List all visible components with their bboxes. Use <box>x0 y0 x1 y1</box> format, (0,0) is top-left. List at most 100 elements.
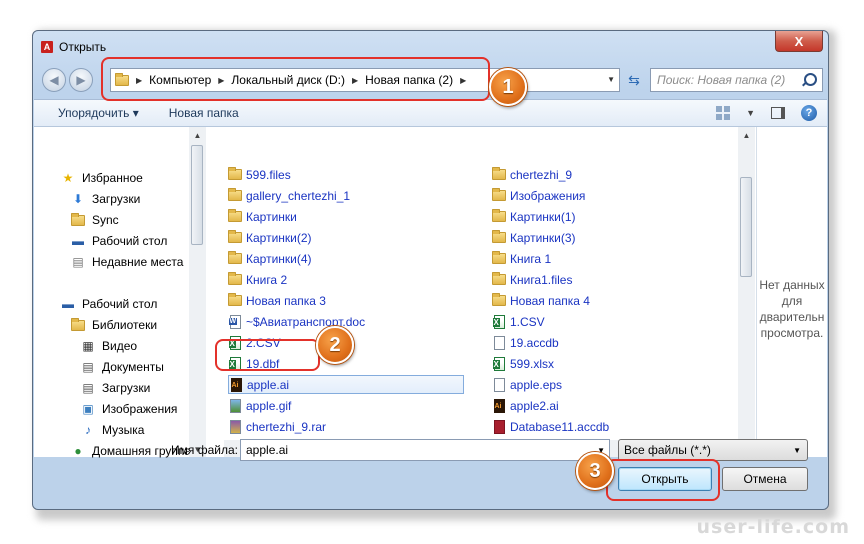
folder-icon <box>492 188 506 201</box>
file-name: chertezhi_9.rar <box>246 419 327 434</box>
folder-icon <box>228 272 242 285</box>
file-item[interactable]: 1.CSV <box>492 312 545 331</box>
pictures-icon: ▣ <box>82 402 94 416</box>
rar-file-icon <box>228 419 242 434</box>
chevron-down-icon[interactable]: ▼ <box>793 446 801 455</box>
file-name: Картинки(3) <box>510 230 576 245</box>
file-item[interactable]: 599.xlsx <box>492 354 554 373</box>
file-item[interactable]: Изображения <box>492 186 585 205</box>
doc-file-icon <box>492 377 506 392</box>
file-item[interactable]: Книга1.files <box>492 270 572 289</box>
file-item[interactable]: Новая папка 4 <box>492 291 590 310</box>
video-icon: ▦ <box>82 339 94 353</box>
forward-button[interactable]: ▶ <box>69 68 93 92</box>
toolbar-right: ▼ ? <box>716 105 817 121</box>
file-name: ~$Авиатранспорт.doc <box>246 314 366 329</box>
nav-desktop-root[interactable]: ▬ Рабочий стол <box>60 297 157 311</box>
folder-icon <box>70 212 86 227</box>
preview-pane-icon[interactable] <box>771 107 785 119</box>
nav-documents[interactable]: ▤ Документы <box>80 360 164 374</box>
open-dialog: A Открыть X ◀ ▶ ▶ Компьютер ▶ Локальный … <box>32 30 829 510</box>
desktop-icon: ▬ <box>72 234 84 248</box>
file-item[interactable]: gallery_chertezhi_1 <box>228 186 350 205</box>
callout-frame-file <box>215 339 320 371</box>
file-item[interactable]: chertezhi_9.rar <box>228 417 326 436</box>
filetype-value: Все файлы (*.*) <box>624 443 711 457</box>
file-name: Картинки(4) <box>246 251 312 266</box>
close-button[interactable]: X <box>775 31 823 52</box>
file-name: Книга 1 <box>510 251 552 266</box>
downloads-icon: ▤ <box>82 381 94 395</box>
nav-label: Рабочий стол <box>82 297 158 311</box>
nav-libraries[interactable]: Библиотеки <box>70 317 157 332</box>
db-file-icon <box>492 419 506 434</box>
file-item[interactable]: Картинки(4) <box>228 249 312 268</box>
file-name: 599.files <box>246 167 291 182</box>
filename-input[interactable]: apple.ai ▼ <box>240 439 610 461</box>
nav-label: Загрузки <box>92 192 141 206</box>
file-item[interactable]: apple2.ai <box>492 396 559 415</box>
file-item[interactable]: apple.gif <box>228 396 291 415</box>
refresh-button[interactable]: ⇆ <box>623 68 645 92</box>
file-item[interactable]: chertezhi_9 <box>492 165 572 184</box>
preview-message: Нет данных для дварительн просмотра. <box>759 278 825 340</box>
scroll-up-icon[interactable]: ▲ <box>189 127 206 143</box>
file-name: apple.gif <box>246 398 292 413</box>
command-bar: Упорядочить ▾ Новая папка ▼ ? <box>34 99 827 127</box>
scroll-up-icon[interactable]: ▲ <box>738 127 755 143</box>
file-name: Database11.accdb <box>510 419 610 434</box>
nav-favorites[interactable]: ★ Избранное <box>60 171 143 185</box>
file-name: apple.ai <box>247 377 290 392</box>
file-item[interactable]: 599.files <box>228 165 291 184</box>
filetype-select[interactable]: Все файлы (*.*) ▼ <box>618 439 808 461</box>
folder-icon <box>228 188 242 201</box>
cancel-button[interactable]: Отмена <box>722 467 808 491</box>
views-icon[interactable] <box>716 106 731 120</box>
organize-button[interactable]: Упорядочить ▾ <box>58 106 139 120</box>
file-name: Книга1.files <box>510 272 573 287</box>
file-item[interactable]: Новая папка 3 <box>228 291 326 310</box>
nav-label: Изображения <box>102 402 178 416</box>
nav-pictures[interactable]: ▣ Изображения <box>80 402 177 416</box>
file-item[interactable]: Картинки <box>228 207 297 226</box>
nav-scrollbar[interactable]: ▲ ▼ <box>189 127 206 457</box>
search-placeholder: Поиск: Новая папка (2) <box>657 73 786 87</box>
search-icon[interactable] <box>804 73 817 86</box>
file-item[interactable]: 19.accdb <box>492 333 559 352</box>
back-arrow-icon: ◀ <box>49 73 59 87</box>
file-name: Картинки(1) <box>510 209 576 224</box>
folder-icon <box>492 209 506 222</box>
callout-badge-1: 1 <box>489 68 527 106</box>
file-item[interactable]: Книга 1 <box>492 249 551 268</box>
nav-downloads[interactable]: ⬇ Загрузки <box>70 192 140 206</box>
scrollbar-thumb[interactable] <box>740 177 752 277</box>
help-icon[interactable]: ? <box>801 105 817 121</box>
nav-sync[interactable]: Sync <box>70 212 119 227</box>
file-item[interactable]: apple.eps <box>492 375 562 394</box>
new-folder-button[interactable]: Новая папка <box>169 106 239 120</box>
views-dropdown-icon[interactable]: ▼ <box>746 108 755 118</box>
filename-value: apple.ai <box>246 443 289 457</box>
nav-desktop[interactable]: ▬ Рабочий стол <box>70 234 167 248</box>
nav-label: Документы <box>102 360 164 374</box>
nav-music[interactable]: ♪ Музыка <box>80 423 144 437</box>
search-input[interactable]: Поиск: Новая папка (2) <box>650 68 823 92</box>
nav-downloads-lib[interactable]: ▤ Загрузки <box>80 381 150 395</box>
documents-icon: ▤ <box>82 360 94 374</box>
nav-recent[interactable]: ▤ Недавние места <box>70 255 183 269</box>
nav-video[interactable]: ▦ Видео <box>80 339 137 353</box>
back-button[interactable]: ◀ <box>42 68 66 92</box>
file-item[interactable]: Database11.accdb <box>492 417 609 436</box>
file-scrollbar[interactable]: ▲ ▼ <box>738 127 755 457</box>
scrollbar-thumb[interactable] <box>191 145 203 245</box>
file-item[interactable]: Картинки(3) <box>492 228 576 247</box>
file-name: 1.CSV <box>510 314 545 329</box>
folder-icon <box>492 251 506 264</box>
file-item[interactable]: Картинки(2) <box>228 228 312 247</box>
address-dropdown-icon[interactable]: ▼ <box>607 75 615 84</box>
file-item[interactable]: Картинки(1) <box>492 207 576 226</box>
nav-label: Недавние места <box>92 255 184 269</box>
file-name: Изображения <box>510 188 586 203</box>
file-item-selected[interactable]: apple.ai <box>228 375 464 394</box>
file-item[interactable]: Книга 2 <box>228 270 287 289</box>
